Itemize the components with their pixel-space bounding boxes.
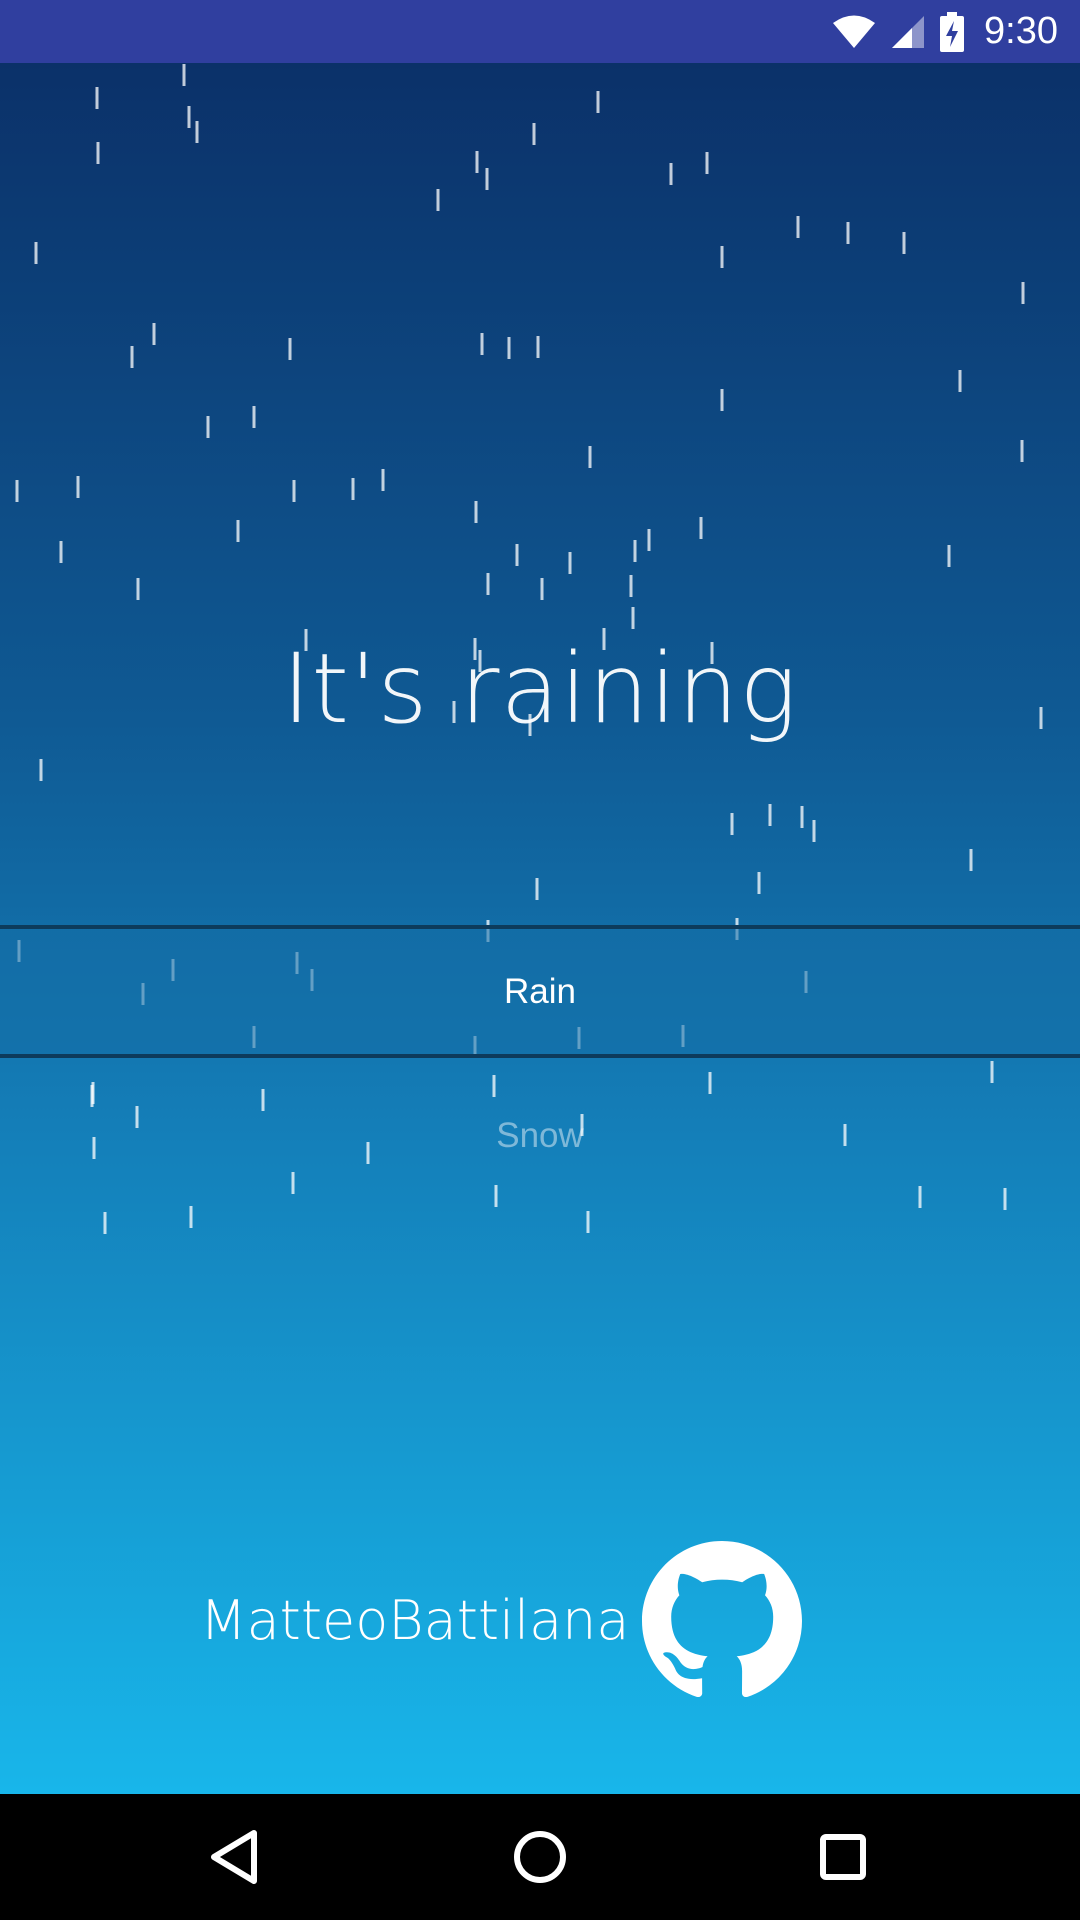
picker-option-rain[interactable]: Rain <box>0 925 1080 1058</box>
weather-screen: It's raining Rain Snow MatteoBattilana <box>0 63 1080 1794</box>
status-icons: 9:30 <box>832 0 1058 63</box>
wifi-icon <box>832 14 876 50</box>
status-time: 9:30 <box>984 10 1058 52</box>
cell-signal-icon <box>890 14 926 50</box>
github-icon[interactable] <box>642 1541 802 1701</box>
status-bar: 9:30 <box>0 0 1080 63</box>
weather-headline: It's raining <box>282 633 798 745</box>
back-icon[interactable] <box>196 1817 276 1897</box>
home-icon[interactable] <box>500 1817 580 1897</box>
weather-picker[interactable]: Rain Snow <box>0 925 1080 1184</box>
picker-option-snow[interactable]: Snow <box>0 1088 1080 1184</box>
author-credit[interactable]: MatteoBattilana <box>0 1541 1080 1701</box>
navigation-bar <box>0 1794 1080 1920</box>
battery-charging-icon <box>940 11 965 52</box>
recents-icon[interactable] <box>803 1817 883 1897</box>
author-name[interactable]: MatteoBattilana <box>200 1541 630 1701</box>
